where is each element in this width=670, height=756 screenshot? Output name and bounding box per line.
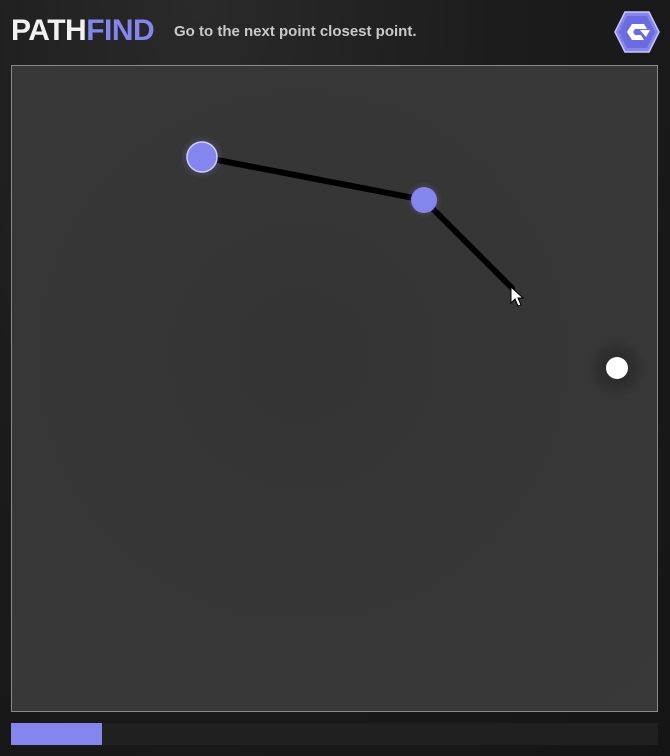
- path-segment: [199, 154, 427, 203]
- title-path: PATH: [11, 14, 87, 47]
- board-canvas[interactable]: [12, 66, 657, 711]
- visited-point-current: [411, 187, 437, 213]
- game-title: PATHFIND: [11, 12, 155, 50]
- progress-bar: [11, 723, 658, 745]
- hexagon-refresh-icon[interactable]: [613, 10, 661, 54]
- title-find: FIND: [86, 14, 155, 47]
- header: PATHFIND Go to the next point closest po…: [0, 0, 670, 64]
- game-window: PATHFIND Go to the next point closest po…: [0, 0, 670, 756]
- visited-point-start: [186, 141, 218, 173]
- instruction-text: Go to the next point closest point.: [174, 23, 417, 40]
- path-segment-active: [421, 197, 515, 291]
- game-board[interactable]: [11, 65, 658, 712]
- target-point[interactable]: [606, 357, 628, 379]
- progress-fill: [11, 723, 102, 745]
- mouse-pointer-icon: [510, 285, 525, 307]
